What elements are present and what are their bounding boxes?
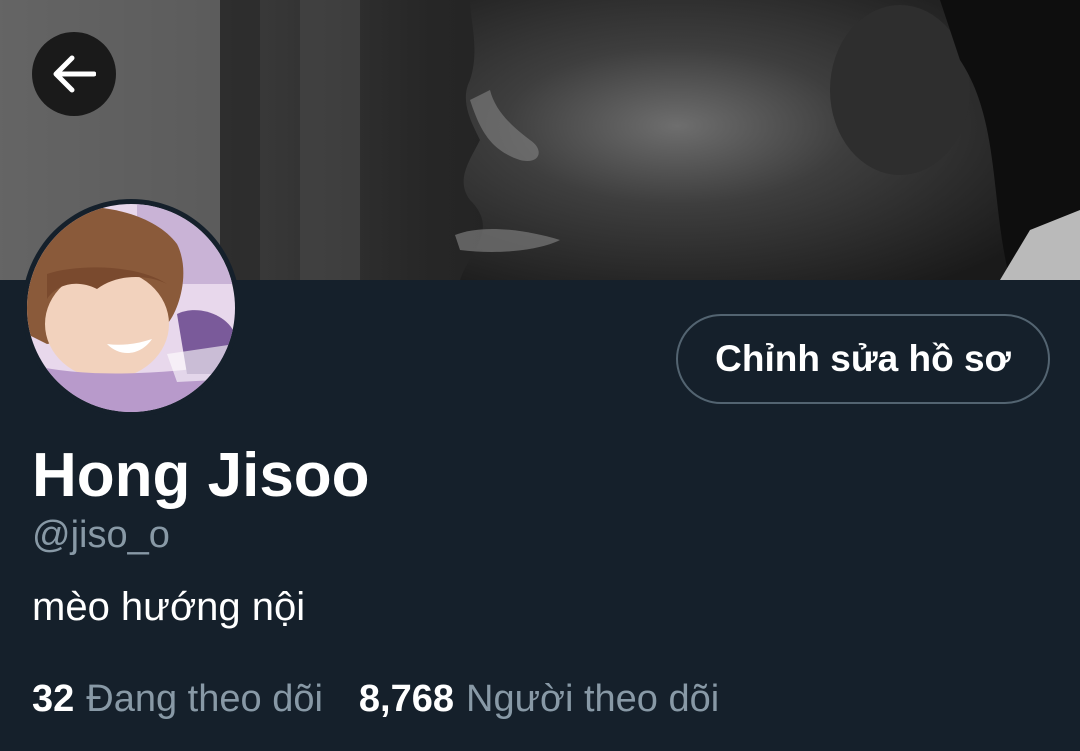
following-count: 32 <box>32 678 75 720</box>
profile-stats: 32 Đang theo dõi 8,768 Người theo dõi <box>32 675 719 723</box>
avatar-image <box>27 204 235 412</box>
followers-label: Người theo dõi <box>466 678 720 720</box>
profile-bio: mèo hướng nội <box>32 585 306 629</box>
username-handle: @jiso_o <box>32 514 170 556</box>
following-link[interactable]: 32 Đang theo dõi <box>32 675 323 723</box>
edit-profile-button[interactable]: Chỉnh sửa hồ sơ <box>676 314 1050 404</box>
followers-count: 8,768 <box>358 678 455 720</box>
avatar[interactable] <box>22 199 240 417</box>
following-label: Đang theo dõi <box>86 678 323 720</box>
arrow-left-icon <box>53 55 96 93</box>
back-button[interactable] <box>32 32 116 116</box>
display-name: Hong Jisoo <box>32 441 370 510</box>
followers-link[interactable]: 8,768 Người theo dõi <box>359 675 719 723</box>
